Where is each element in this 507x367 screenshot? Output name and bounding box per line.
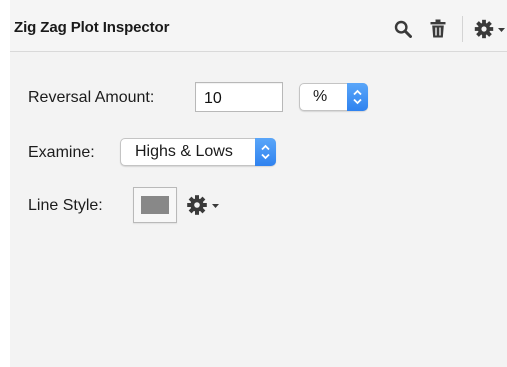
- chevron-down-icon: [212, 204, 219, 208]
- toolbar-divider: [462, 16, 463, 42]
- line-style-label: Line Style:: [28, 197, 103, 214]
- line-style-gear-icon[interactable]: [186, 194, 222, 216]
- reversal-amount-input[interactable]: [195, 82, 283, 112]
- inspector-title: Zig Zag Plot Inspector: [14, 19, 170, 36]
- trash-icon[interactable]: [430, 19, 446, 38]
- line-color-well[interactable]: [133, 187, 177, 223]
- inspector-header: Zig Zag Plot Inspector: [10, 0, 507, 52]
- reversal-amount-label: Reversal Amount:: [28, 89, 155, 106]
- examine-value: Highs & Lows: [135, 143, 233, 160]
- zigzag-plot-inspector-panel: Zig Zag Plot Inspector Reversal Amount: …: [10, 0, 507, 367]
- reversal-unit-popup[interactable]: %: [299, 83, 368, 111]
- examine-popup[interactable]: Highs & Lows: [120, 138, 276, 166]
- search-icon[interactable]: [394, 20, 412, 38]
- updown-arrows-icon: [255, 138, 276, 166]
- reversal-unit-value: %: [313, 88, 328, 105]
- gear-icon[interactable]: [474, 19, 506, 39]
- updown-arrows-icon: [347, 83, 368, 111]
- examine-label: Examine:: [28, 144, 95, 161]
- chevron-down-icon: [498, 28, 505, 32]
- line-color-swatch: [141, 196, 169, 214]
